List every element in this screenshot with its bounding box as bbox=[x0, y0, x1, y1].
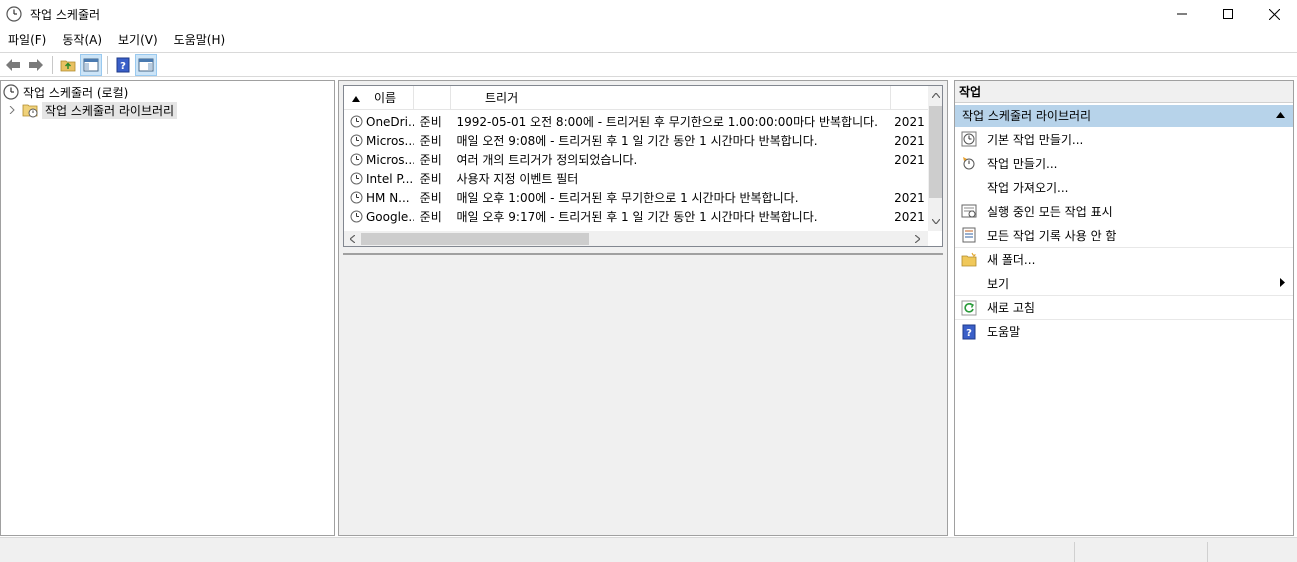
action-import-task[interactable]: 작업 가져오기... bbox=[955, 175, 1293, 199]
task-clock-icon bbox=[350, 115, 363, 128]
up-folder-icon bbox=[60, 60, 76, 71]
submenu-arrow-icon bbox=[1280, 278, 1285, 287]
tree-root-label: 작업 스케줄러 (로컬) bbox=[23, 85, 129, 100]
vertical-scrollbar[interactable] bbox=[928, 86, 942, 231]
tree-item-root[interactable]: 작업 스케줄러 (로컬) bbox=[3, 83, 128, 101]
task-rows: OneDri... 준비 1992-05-01 오전 8:00에 - 트리거된 … bbox=[344, 112, 928, 226]
help-icon: ? bbox=[116, 57, 130, 72]
action-display-running-tasks[interactable]: 실행 중인 모든 작업 표시 bbox=[955, 199, 1293, 223]
menu-bar: 파일(F) 동작(A) 보기(V) 도움말(H) bbox=[0, 29, 233, 51]
action-new-folder[interactable]: 새 폴더... bbox=[955, 247, 1293, 271]
menu-action[interactable]: 동작(A) bbox=[54, 29, 110, 51]
maximize-button[interactable] bbox=[1205, 0, 1251, 28]
new-folder-icon bbox=[961, 252, 977, 266]
scroll-down-icon[interactable] bbox=[928, 214, 942, 229]
create-task-icon bbox=[963, 157, 975, 170]
refresh-icon bbox=[961, 300, 977, 315]
svg-text:?: ? bbox=[120, 61, 126, 72]
history-icon bbox=[962, 227, 976, 243]
scroll-right-icon[interactable] bbox=[910, 231, 925, 246]
show-hide-tree-icon bbox=[83, 58, 99, 71]
table-row[interactable]: OneDri... 준비 1992-05-01 오전 8:00에 - 트리거된 … bbox=[344, 112, 928, 131]
table-row[interactable]: Google... 준비 매일 오후 9:17에 - 트리거된 후 1 일 기간… bbox=[344, 207, 928, 226]
task-pane: 이름 트리거 OneDri... 준비 1992-05-01 오전 8:00에 … bbox=[338, 80, 948, 536]
actions-header: 작업 bbox=[955, 81, 1293, 103]
collapse-up-icon[interactable] bbox=[1276, 112, 1285, 118]
show-hide-action-pane-icon bbox=[138, 58, 154, 71]
status-bar-divider bbox=[1207, 542, 1208, 562]
horizontal-scrollbar[interactable] bbox=[344, 231, 928, 246]
show-hide-action-pane-button[interactable] bbox=[135, 53, 157, 76]
table-row[interactable]: Intel P... 준비 사용자 지정 이벤트 필터 bbox=[344, 169, 928, 188]
task-list: 이름 트리거 OneDri... 준비 1992-05-01 오전 8:00에 … bbox=[343, 85, 943, 247]
scroll-left-icon[interactable] bbox=[345, 231, 360, 246]
task-clock-icon bbox=[350, 134, 363, 147]
clock-icon bbox=[3, 84, 19, 100]
chevron-right-icon[interactable] bbox=[6, 104, 18, 116]
back-arrow-icon bbox=[6, 58, 20, 71]
menu-file[interactable]: 파일(F) bbox=[0, 29, 54, 51]
toolbar-separator bbox=[107, 55, 108, 74]
sort-ascending-icon bbox=[352, 96, 360, 102]
table-row[interactable]: HM N... 준비 매일 오후 1:00에 - 트리거된 후 무기한으로 1 … bbox=[344, 188, 928, 207]
column-header-trigger[interactable]: 트리거 bbox=[451, 86, 891, 110]
actions-section-library[interactable]: 작업 스케줄러 라이브러리 bbox=[955, 105, 1293, 127]
help-icon: ? bbox=[962, 324, 976, 339]
toolbar: ? bbox=[0, 52, 1297, 77]
clock-icon bbox=[6, 6, 22, 22]
action-disable-task-history[interactable]: 모든 작업 기록 사용 안 함 bbox=[955, 223, 1293, 247]
show-hide-tree-button[interactable] bbox=[80, 53, 102, 76]
forward-button[interactable] bbox=[25, 54, 47, 76]
tree-item-library[interactable]: 작업 스케줄러 라이브러리 bbox=[6, 101, 178, 119]
table-row[interactable]: Micros... 준비 여러 개의 트리거가 정의되었습니다. 2021 bbox=[344, 150, 928, 169]
action-view[interactable]: 보기 bbox=[955, 271, 1293, 295]
action-create-task[interactable]: 작업 만들기... bbox=[955, 151, 1293, 175]
task-list-header: 이름 트리거 bbox=[344, 86, 928, 110]
window-title: 작업 스케줄러 bbox=[30, 7, 101, 22]
task-clock-icon bbox=[350, 172, 363, 185]
back-button[interactable] bbox=[2, 54, 24, 76]
action-create-basic-task[interactable]: 기본 작업 만들기... bbox=[955, 127, 1293, 151]
toolbar-separator bbox=[52, 55, 53, 74]
task-clock-icon bbox=[350, 210, 363, 223]
status-bar bbox=[0, 537, 1297, 562]
horizontal-scroll-thumb[interactable] bbox=[361, 233, 589, 245]
action-refresh[interactable]: 새로 고침 bbox=[955, 295, 1293, 319]
title-bar: 작업 스케줄러 bbox=[0, 0, 1297, 28]
task-detail-pane bbox=[343, 253, 943, 533]
action-help[interactable]: ? 도움말 bbox=[955, 319, 1293, 343]
column-header-next-run[interactable] bbox=[891, 86, 928, 110]
basic-task-icon bbox=[961, 131, 977, 147]
task-clock-icon bbox=[350, 191, 363, 204]
up-folder-button[interactable] bbox=[57, 54, 79, 76]
table-row[interactable]: Micros... 준비 매일 오전 9:08에 - 트리거된 후 1 일 기간… bbox=[344, 131, 928, 150]
console-tree: 작업 스케줄러 (로컬) 작업 스케줄러 라이브러리 bbox=[0, 80, 335, 536]
status-bar-divider bbox=[1074, 542, 1075, 562]
minimize-button[interactable] bbox=[1159, 0, 1205, 28]
menu-help[interactable]: 도움말(H) bbox=[166, 29, 234, 51]
menu-view[interactable]: 보기(V) bbox=[110, 29, 166, 51]
column-header-name[interactable]: 이름 bbox=[344, 86, 414, 110]
forward-arrow-icon bbox=[29, 58, 43, 71]
maximize-icon bbox=[1223, 9, 1233, 19]
minimize-icon bbox=[1177, 13, 1187, 15]
close-icon bbox=[1268, 8, 1280, 20]
close-button[interactable] bbox=[1251, 0, 1297, 28]
vertical-scroll-thumb[interactable] bbox=[929, 106, 942, 198]
actions-pane: 작업 작업 스케줄러 라이브러리 기본 작업 만들기... 작업 만들기... … bbox=[954, 80, 1294, 536]
tree-library-label: 작업 스케줄러 라이브러리 bbox=[42, 101, 178, 119]
svg-text:?: ? bbox=[966, 328, 972, 339]
task-clock-icon bbox=[350, 153, 363, 166]
column-header-status[interactable] bbox=[414, 86, 451, 110]
task-folder-icon bbox=[22, 104, 38, 118]
scroll-up-icon[interactable] bbox=[928, 88, 942, 103]
running-tasks-icon bbox=[961, 204, 977, 218]
help-toolbar-button[interactable]: ? bbox=[112, 54, 134, 76]
